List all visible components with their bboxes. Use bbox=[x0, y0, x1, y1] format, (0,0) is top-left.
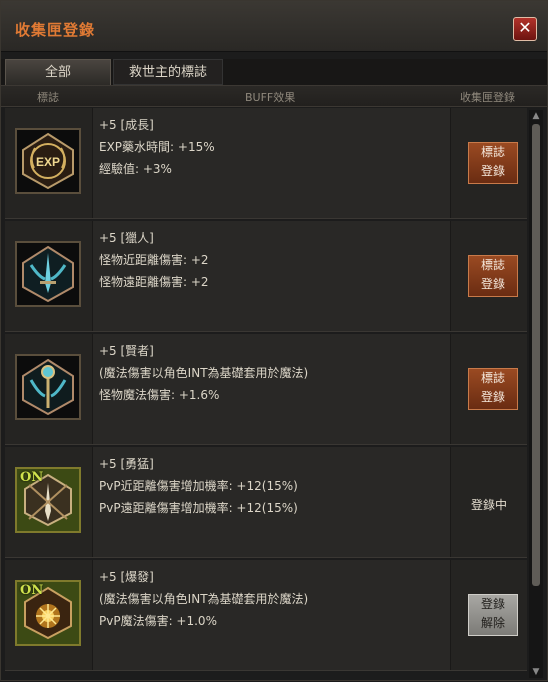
buff-name: +5 [獵人] bbox=[99, 231, 154, 245]
registered-status: 登錄中 bbox=[470, 498, 507, 512]
list-item: ON +5 [爆發] (魔法傷害以角色INT為基礎套用於魔法) PvP魔法傷害:… bbox=[5, 560, 527, 671]
buff-effect: 怪物近距離傷害: +2 bbox=[99, 253, 209, 267]
collection-box-window: 收集匣登錄 ✕ 全部 救世主的標誌 標誌 BUFF效果 收集匣登錄 EXP +5… bbox=[0, 0, 548, 681]
buff-effect: PvP近距離傷害增加機率: +12(15%) bbox=[99, 479, 298, 493]
sage-staff-badge-icon bbox=[15, 354, 81, 420]
column-header-register: 收集匣登錄 bbox=[460, 91, 515, 104]
register-emblem-button[interactable]: 標誌 登錄 bbox=[468, 368, 518, 410]
buff-effect: PvP魔法傷害: +1.0% bbox=[99, 614, 217, 628]
column-header-buff: BUFF效果 bbox=[245, 91, 296, 104]
tab-savior-emblem[interactable]: 救世主的標誌 bbox=[113, 59, 223, 85]
buff-name: +5 [爆發] bbox=[99, 570, 154, 584]
hunter-sword-badge-icon bbox=[15, 241, 81, 307]
register-emblem-button[interactable]: 標誌 登錄 bbox=[468, 255, 518, 297]
register-emblem-button[interactable]: 標誌 登錄 bbox=[468, 142, 518, 184]
column-header-icon: 標誌 bbox=[37, 91, 59, 104]
column-header: 標誌 BUFF效果 收集匣登錄 bbox=[1, 85, 547, 107]
exp-badge-icon: EXP bbox=[15, 128, 81, 194]
tab-bar: 全部 救世主的標誌 bbox=[1, 59, 547, 85]
on-badge: ON bbox=[20, 470, 44, 485]
badge-list: EXP +5 [成長] EXP藥水時間: +15% 經驗值: +3% 標誌 登錄 bbox=[5, 108, 527, 682]
unregister-button[interactable]: 登錄 解除 bbox=[468, 594, 518, 636]
buff-name: +5 [賢者] bbox=[99, 344, 154, 358]
buff-name: +5 [成長] bbox=[99, 118, 154, 132]
buff-effect: PvP遠距離傷害增加機率: +12(15%) bbox=[99, 501, 298, 515]
buff-effect: 怪物魔法傷害: +1.6% bbox=[99, 388, 220, 402]
buff-effect: (魔法傷害以角色INT為基礎套用於魔法) bbox=[99, 592, 309, 606]
buff-effect: EXP藥水時間: +15% bbox=[99, 140, 215, 154]
close-button[interactable]: ✕ bbox=[513, 17, 537, 41]
burst-magic-badge-icon: ON bbox=[15, 580, 81, 646]
window-title: 收集匣登錄 bbox=[15, 21, 96, 39]
list-item: +5 [獵人] 怪物近距離傷害: +2 怪物遠距離傷害: +2 標誌 登錄 bbox=[5, 221, 527, 332]
scrollbar[interactable]: ▲ ▼ bbox=[529, 110, 543, 678]
list-item: ON +5 [勇猛] PvP近距離傷害增加機率: +12(15%) PvP遠距離… bbox=[5, 447, 527, 558]
buff-effect: 怪物遠距離傷害: +2 bbox=[99, 275, 209, 289]
on-badge: ON bbox=[20, 583, 44, 598]
svg-text:EXP: EXP bbox=[36, 155, 60, 169]
list-item: EXP +5 [成長] EXP藥水時間: +15% 經驗值: +3% 標誌 登錄 bbox=[5, 108, 527, 219]
scroll-thumb[interactable] bbox=[532, 124, 540, 586]
brave-sword-badge-icon: ON bbox=[15, 467, 81, 533]
scroll-up-icon[interactable]: ▲ bbox=[529, 110, 543, 122]
buff-effect: (魔法傷害以角色INT為基礎套用於魔法) bbox=[99, 366, 309, 380]
buff-effect: 經驗值: +3% bbox=[99, 162, 172, 176]
list-item: +5 [賢者] (魔法傷害以角色INT為基礎套用於魔法) 怪物魔法傷害: +1.… bbox=[5, 334, 527, 445]
scroll-down-icon[interactable]: ▼ bbox=[529, 666, 543, 678]
title-bar[interactable]: 收集匣登錄 ✕ bbox=[1, 1, 547, 52]
buff-name: +5 [勇猛] bbox=[99, 457, 154, 471]
tab-all[interactable]: 全部 bbox=[5, 59, 111, 85]
